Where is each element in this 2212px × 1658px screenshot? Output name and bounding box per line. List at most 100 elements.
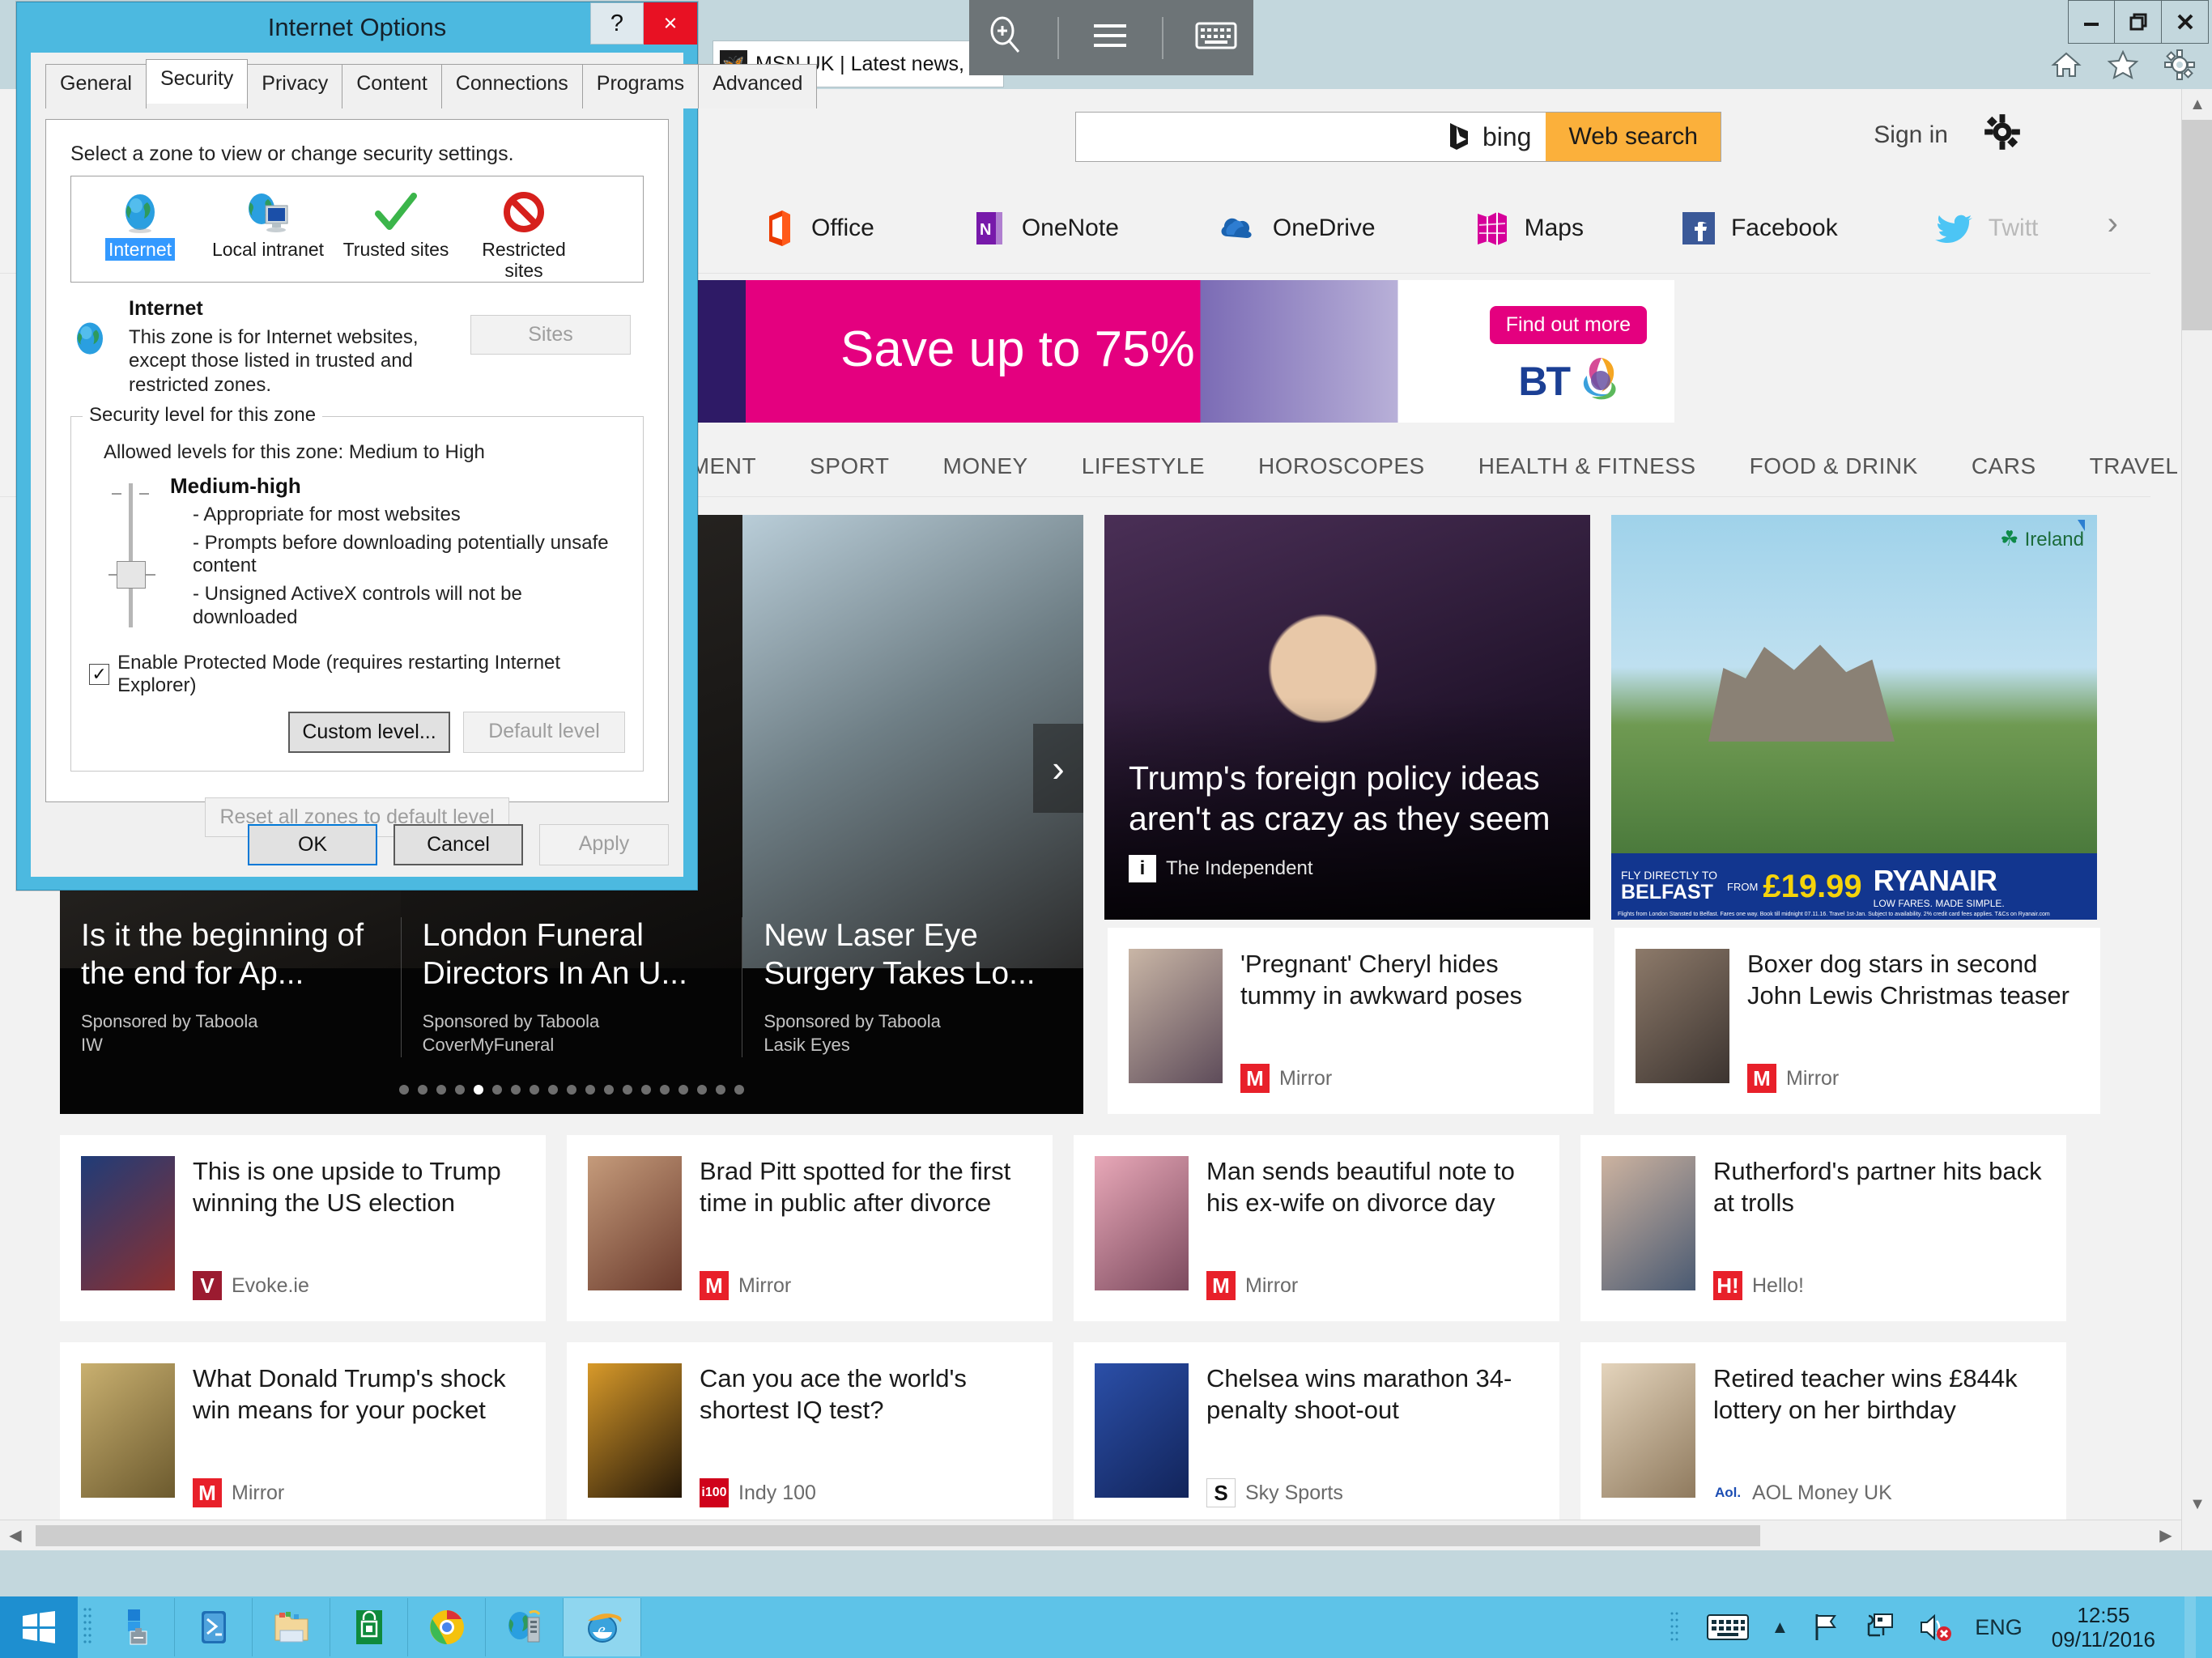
carousel-slide[interactable]: London Funeral Directors In An U... Spon… bbox=[400, 917, 742, 1057]
close-button[interactable] bbox=[2162, 0, 2209, 44]
news-card[interactable]: Rutherford's partner hits back at trolls… bbox=[1580, 1135, 2066, 1321]
sites-button[interactable]: Sites bbox=[470, 315, 631, 355]
language-indicator[interactable]: ENG bbox=[1975, 1615, 2023, 1640]
carousel-dot[interactable] bbox=[660, 1085, 670, 1095]
protected-mode-checkbox[interactable]: ✓ bbox=[89, 663, 110, 685]
ad-cta-button[interactable]: Find out more bbox=[1489, 306, 1647, 344]
carousel-dot[interactable] bbox=[436, 1085, 446, 1095]
nav-item[interactable]: HOROSCOPES bbox=[1258, 453, 1425, 479]
carousel-dot[interactable] bbox=[530, 1085, 539, 1095]
carousel-dot[interactable] bbox=[418, 1085, 428, 1095]
zone-trusted-sites[interactable]: Trusted sites bbox=[332, 183, 460, 282]
start-button[interactable] bbox=[0, 1596, 78, 1658]
custom-level-button[interactable]: Custom level... bbox=[288, 711, 450, 753]
tab-general[interactable]: General bbox=[45, 64, 147, 108]
news-card[interactable]: Retired teacher wins £844k lottery on he… bbox=[1580, 1342, 2066, 1528]
volume-muted-icon[interactable] bbox=[1918, 1611, 1954, 1643]
service-onedrive[interactable]: OneDrive bbox=[1216, 210, 1376, 246]
ad-choices-icon[interactable] bbox=[2076, 518, 2092, 538]
carousel-dot[interactable] bbox=[623, 1085, 632, 1095]
service-facebook[interactable]: Facebook bbox=[1681, 210, 1838, 246]
feature-story-card[interactable]: Trump's foreign policy ideas aren't as c… bbox=[1104, 515, 1590, 920]
network-icon[interactable] bbox=[1863, 1611, 1897, 1643]
carousel-dot[interactable] bbox=[492, 1085, 502, 1095]
clock[interactable]: 12:55 09/11/2016 bbox=[2044, 1603, 2163, 1652]
service-maps[interactable]: Maps bbox=[1473, 209, 1584, 248]
nav-item[interactable]: FOOD & DRINK bbox=[1750, 453, 1918, 479]
news-card[interactable]: Can you ace the world's shortest IQ test… bbox=[567, 1342, 1053, 1528]
scroll-down-arrow[interactable]: ▼ bbox=[2182, 1489, 2212, 1520]
scroll-right-arrow[interactable]: ▶ bbox=[2150, 1520, 2181, 1551]
taskbar-internet-explorer[interactable]: e bbox=[564, 1598, 641, 1656]
news-card[interactable]: Chelsea wins marathon 34-penalty shoot-o… bbox=[1074, 1342, 1559, 1528]
carousel-slide[interactable]: New Laser Eye Surgery Takes Lo... Sponso… bbox=[742, 917, 1083, 1057]
favorites-icon[interactable] bbox=[2105, 47, 2141, 83]
carousel-dot[interactable] bbox=[474, 1085, 483, 1095]
vertical-scrollbar[interactable]: ▲ ▼ bbox=[2181, 89, 2212, 1550]
touch-keyboard-icon[interactable] bbox=[1705, 1611, 1750, 1643]
zone-local-intranet[interactable]: Local intranet bbox=[204, 183, 332, 282]
news-card[interactable]: Boxer dog stars in second John Lewis Chr… bbox=[1614, 928, 2100, 1114]
carousel-slide[interactable]: Is it the beginning of the end for Ap...… bbox=[60, 917, 401, 1057]
keyboard-icon[interactable] bbox=[1194, 19, 1238, 56]
v-scroll-thumb[interactable] bbox=[2182, 120, 2212, 330]
carousel-dot[interactable] bbox=[697, 1085, 707, 1095]
nav-item[interactable]: LIFESTYLE bbox=[1082, 453, 1205, 479]
carousel-dot[interactable] bbox=[678, 1085, 688, 1095]
settings-gear-icon[interactable] bbox=[1984, 113, 2021, 155]
nav-item[interactable]: CARS bbox=[1972, 453, 2036, 479]
tab-advanced[interactable]: Advanced bbox=[698, 64, 818, 108]
horizontal-scrollbar[interactable]: ◀ ▶ bbox=[0, 1520, 2181, 1550]
nav-item[interactable]: MONEY bbox=[943, 453, 1028, 479]
sign-in-link[interactable]: Sign in bbox=[1874, 121, 1948, 149]
taskbar-network-globe[interactable] bbox=[486, 1598, 564, 1656]
zone-list[interactable]: Internet Local intranet Trusted sites Re… bbox=[70, 176, 644, 283]
carousel-dot[interactable] bbox=[604, 1085, 614, 1095]
protected-mode-row[interactable]: ✓ Enable Protected Mode (requires restar… bbox=[89, 652, 625, 697]
ok-button[interactable]: OK bbox=[248, 824, 377, 865]
tab-privacy[interactable]: Privacy bbox=[247, 64, 343, 108]
tray-chevron-icon[interactable]: ▲ bbox=[1772, 1617, 1789, 1638]
internet-options-dialog[interactable]: Internet Options ? × General Security Pr… bbox=[16, 2, 818, 891]
service-onenote[interactable]: N OneNote bbox=[972, 209, 1119, 248]
tools-gear-icon[interactable] bbox=[2162, 47, 2197, 83]
carousel-dot[interactable] bbox=[585, 1085, 595, 1095]
carousel-next-button[interactable]: › bbox=[1033, 724, 1083, 813]
bt-ad-banner[interactable]: Save up to 75% Find out more BT bbox=[687, 280, 1674, 423]
security-level-slider[interactable] bbox=[89, 474, 170, 632]
carousel-dot[interactable] bbox=[734, 1085, 744, 1095]
web-search-button[interactable]: Web search bbox=[1546, 113, 1721, 161]
ryanair-ad[interactable]: ☘ Ireland FLY DIRECTLY TO BELFAST FROM £… bbox=[1611, 515, 2097, 920]
service-office[interactable]: Office bbox=[761, 209, 874, 248]
taskbar-store[interactable] bbox=[330, 1598, 408, 1656]
carousel-dot[interactable] bbox=[511, 1085, 521, 1095]
carousel-dot[interactable] bbox=[567, 1085, 576, 1095]
zoom-in-icon[interactable] bbox=[985, 15, 1027, 61]
nav-item[interactable]: TRAVEL bbox=[2090, 453, 2179, 479]
menu-icon[interactable] bbox=[1089, 19, 1131, 56]
carousel-dot[interactable] bbox=[399, 1085, 409, 1095]
default-level-button[interactable]: Default level bbox=[463, 711, 625, 753]
zone-internet[interactable]: Internet bbox=[76, 183, 204, 282]
tab-security[interactable]: Security bbox=[145, 59, 249, 104]
home-icon[interactable] bbox=[2048, 47, 2084, 83]
scroll-left-arrow[interactable]: ◀ bbox=[0, 1520, 31, 1551]
taskbar-powershell[interactable] bbox=[175, 1598, 253, 1656]
taskbar-grip[interactable] bbox=[78, 1596, 97, 1658]
carousel-dot[interactable] bbox=[716, 1085, 725, 1095]
news-card[interactable]: Brad Pitt spotted for the first time in … bbox=[567, 1135, 1053, 1321]
tab-connections[interactable]: Connections bbox=[440, 64, 583, 108]
search-box[interactable]: bing Web search bbox=[1075, 112, 1721, 162]
carousel-dot[interactable] bbox=[548, 1085, 558, 1095]
tray-grip[interactable] bbox=[1665, 1596, 1684, 1658]
action-center-flag-icon[interactable] bbox=[1810, 1611, 1842, 1643]
minimize-button[interactable] bbox=[2068, 0, 2115, 44]
news-card[interactable]: What Donald Trump's shock win means for … bbox=[60, 1342, 546, 1528]
services-next-arrow[interactable]: › bbox=[2108, 206, 2118, 242]
nav-item[interactable]: HEALTH & FITNESS bbox=[1478, 453, 1696, 479]
nav-item[interactable]: SPORT bbox=[810, 453, 889, 479]
tab-programs[interactable]: Programs bbox=[581, 64, 700, 108]
apply-button[interactable]: Apply bbox=[539, 824, 669, 865]
zone-restricted-sites[interactable]: Restricted sites bbox=[460, 183, 588, 282]
scroll-up-arrow[interactable]: ▲ bbox=[2182, 89, 2212, 120]
